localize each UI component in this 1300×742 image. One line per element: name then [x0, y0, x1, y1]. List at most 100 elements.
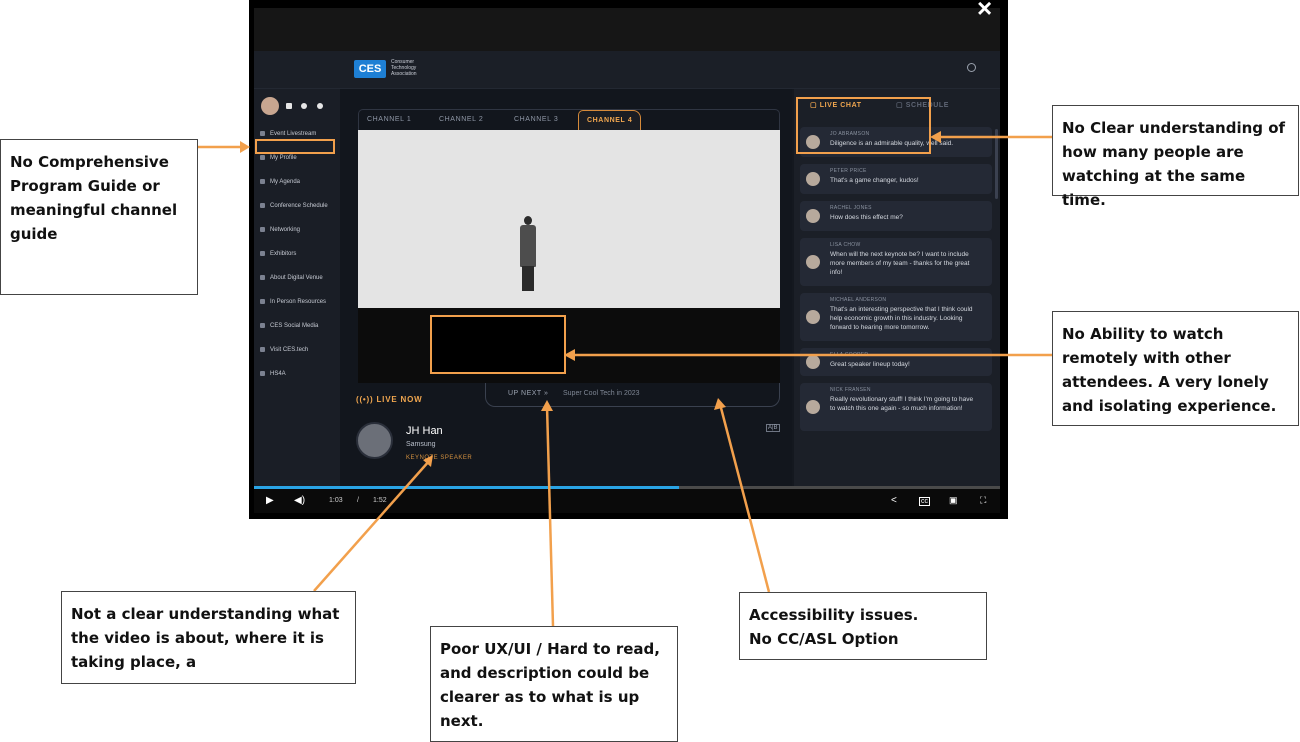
callout-line: Program Guide or [10, 177, 160, 195]
speaker-company: Samsung [406, 441, 436, 448]
callout-watch-together: No Ability to watch remotely with other … [1052, 311, 1299, 426]
avatar [806, 255, 820, 269]
highlight-box-watch-together [430, 315, 566, 374]
volume-icon[interactable]: ◀) [294, 495, 305, 506]
callout-poor-ux: Poor UX/UI / Hard to read, and descripti… [430, 626, 678, 742]
callout-program-guide: No Comprehensive Program Guide or meanin… [0, 139, 198, 295]
tab-channel-2[interactable]: CHANNEL 2 [439, 116, 483, 123]
nav-item-in-person-resources[interactable]: In Person Resources [260, 299, 326, 309]
callout-line: and description could be [440, 664, 650, 682]
up-next-bar[interactable]: UP NEXT » Super Cool Tech in 2023 [485, 383, 780, 407]
video-frame[interactable] [358, 130, 780, 383]
close-icon[interactable]: × [977, 0, 992, 24]
tab-channel-3[interactable]: CHANNEL 3 [514, 116, 558, 123]
chat-scrollbar[interactable] [995, 129, 998, 199]
progress-bar[interactable] [254, 486, 1000, 489]
chevrons-right-icon: » [544, 390, 549, 397]
progress-fill [254, 486, 680, 489]
callout-line: next. [440, 712, 484, 730]
people-icon [260, 227, 265, 232]
nav-item-label: CES Social Media [270, 323, 319, 330]
video-player-window: × CES Consumer Technology Association Ev… [249, 0, 1008, 519]
live-now-text: LIVE NOW [376, 395, 423, 404]
chat-author: LISA CHOW [830, 242, 861, 248]
calendar-icon [260, 203, 265, 208]
nav-item-label: HS4A [270, 371, 286, 378]
tab-channel-1[interactable]: CHANNEL 1 [367, 116, 411, 123]
chat-message: RACHEL JONES How does this effect me? [800, 201, 992, 231]
highlight-box-viewer-count [796, 97, 931, 154]
tab-channel-4[interactable]: CHANNEL 4 [578, 110, 642, 131]
asl-icon[interactable]: A|B [766, 424, 780, 432]
chat-icon[interactable] [301, 103, 307, 109]
chat-text: Really revolutionary stuff! I think I'm … [830, 396, 974, 412]
nav-item-conference-schedule[interactable]: Conference Schedule [260, 203, 328, 213]
chat-text: Great speaker lineup today! [830, 361, 910, 368]
callout-line: clearer as to what is up [440, 688, 640, 706]
callout-line: Not a clear understanding what [71, 605, 340, 623]
callout-line: remotely with other [1062, 349, 1231, 367]
nav-item-networking[interactable]: Networking [260, 227, 300, 237]
avatar [806, 172, 820, 186]
chat-message: NICK FRANSEN Really revolutionary stuff!… [800, 383, 992, 431]
up-next-text: UP NEXT [508, 390, 542, 397]
callout-line: taking place, a [71, 653, 197, 671]
fullscreen-icon[interactable]: ⛶ [980, 495, 986, 506]
callout-viewer-count: No Clear understanding of how many peopl… [1052, 105, 1299, 209]
avatar [806, 310, 820, 324]
nav-item-label: Visit CES.tech [270, 347, 309, 354]
speaker-role: KEYNOTE SPEAKER [406, 455, 473, 461]
nav-item-my-agenda[interactable]: My Agenda [260, 179, 300, 189]
presenter-figure [520, 225, 536, 267]
callout-line: and isolating experience. [1062, 397, 1277, 415]
nav-item-label: My Profile [270, 155, 297, 162]
time-separator: / [357, 497, 359, 504]
location-icon [260, 299, 265, 304]
nav-item-label: Conference Schedule [270, 203, 328, 210]
chat-text: That's a game changer, kudos! [830, 177, 919, 184]
callout-line: No CC/ASL Option [749, 630, 899, 648]
chat-message: MICHAEL ANDERSON That's an interesting p… [800, 293, 992, 341]
play-icon[interactable]: ▶ [266, 495, 274, 506]
agenda-icon [260, 179, 265, 184]
broadcast-icon [260, 131, 265, 136]
chat-text: When will the next keynote be? I want to… [830, 251, 970, 276]
cta-logo-text: Consumer Technology Association [391, 59, 451, 77]
gear-icon[interactable] [317, 103, 323, 109]
chat-message: PETER PRICE That's a game changer, kudos… [800, 164, 992, 194]
chat-message: LISA CHOW When will the next keynote be?… [800, 238, 992, 286]
up-next-label: UP NEXT » [508, 390, 548, 397]
stage-floor [358, 308, 780, 383]
callout-line: meaningful channel [10, 201, 178, 219]
player-top-strip [254, 8, 1000, 51]
callout-line: Poor UX/UI / Hard to read, [440, 640, 660, 658]
callout-line: guide [10, 225, 58, 243]
channel-tabs: CHANNEL 1 CHANNEL 2 CHANNEL 3 CHANNEL 4 [358, 109, 780, 131]
globe-icon[interactable] [967, 63, 976, 72]
nav-item-visit-ces-tech[interactable]: Visit CES.tech [260, 347, 308, 357]
nav-item-hs4a[interactable]: HS4A [260, 371, 286, 381]
callout-line: No Clear understanding of [1062, 119, 1286, 137]
nav-item-label: My Agenda [270, 179, 301, 186]
highlight-box-program-guide [255, 139, 335, 154]
nav-item-label: In Person Resources [270, 299, 327, 306]
share-icon[interactable]: < [891, 495, 897, 506]
nav-item-label: About Digital Venue [270, 275, 323, 282]
chat-message: ELLA COOPER Great speaker lineup today! [800, 348, 992, 376]
presenter-figure [524, 216, 532, 225]
total-duration: 1:52 [373, 497, 387, 504]
avatar[interactable] [261, 97, 279, 115]
cc-icon[interactable]: cc [919, 497, 930, 506]
twitter-icon [260, 323, 265, 328]
nav-item-about-digital-venue[interactable]: About Digital Venue [260, 275, 323, 285]
bell-icon[interactable] [286, 103, 292, 109]
nav-item-exhibitors[interactable]: Exhibitors [260, 251, 296, 261]
chat-author: PETER PRICE [830, 168, 867, 174]
callout-line: No Comprehensive [10, 153, 169, 171]
nav-item-my-profile[interactable]: My Profile [260, 155, 297, 165]
pip-icon[interactable]: ▣ [949, 495, 958, 506]
chat-author: RACHEL JONES [830, 205, 872, 211]
external-link-icon [260, 347, 265, 352]
nav-item-ces-social-media[interactable]: CES Social Media [260, 323, 318, 333]
main-stage: CHANNEL 1 CHANNEL 2 CHANNEL 3 CHANNEL 4 … [340, 89, 792, 486]
